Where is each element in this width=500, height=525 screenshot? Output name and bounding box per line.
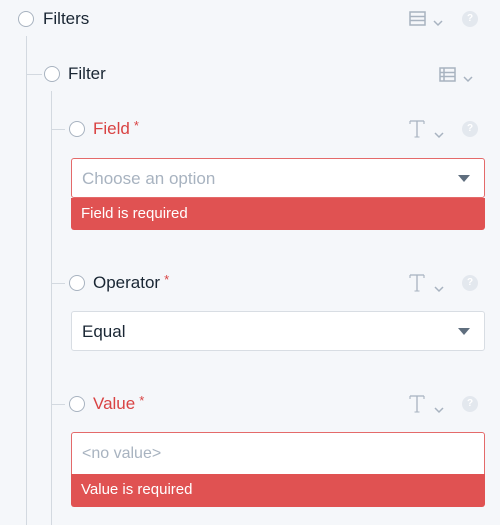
operator-select-value: Equal bbox=[82, 322, 126, 341]
text-type-icon[interactable] bbox=[408, 272, 426, 297]
field-label-text: Field bbox=[93, 119, 130, 138]
chevron-down-icon[interactable] bbox=[434, 280, 446, 293]
field-error-message: Field is required bbox=[71, 198, 485, 230]
tree-branch-field bbox=[51, 129, 65, 130]
tree-line-filters bbox=[26, 36, 27, 525]
value-error-message: Value is required bbox=[71, 474, 485, 507]
value-label-text: Value bbox=[93, 394, 136, 413]
tree-branch-value bbox=[51, 404, 65, 405]
filter-label: Filter bbox=[68, 64, 106, 83]
value-label: Value * bbox=[93, 393, 145, 415]
required-marker: * bbox=[139, 393, 145, 408]
help-icon[interactable]: ? bbox=[462, 275, 478, 291]
filters-collapse-toggle[interactable] bbox=[18, 11, 34, 27]
dropdown-arrow-icon bbox=[458, 328, 470, 335]
operator-label-text: Operator bbox=[93, 273, 161, 292]
field-collapse-toggle[interactable] bbox=[69, 121, 85, 137]
tree-branch-operator bbox=[51, 283, 65, 284]
help-icon[interactable]: ? bbox=[462, 396, 478, 412]
operator-select[interactable]: Equal bbox=[71, 311, 485, 351]
operator-label: Operator * bbox=[93, 272, 170, 294]
dropdown-arrow-icon bbox=[458, 175, 470, 182]
field-select-placeholder: Choose an option bbox=[82, 169, 216, 188]
operator-collapse-toggle[interactable] bbox=[69, 275, 85, 291]
value-input-placeholder: <no value> bbox=[82, 445, 162, 462]
value-collapse-toggle[interactable] bbox=[69, 396, 85, 412]
chevron-down-icon[interactable] bbox=[434, 401, 446, 414]
required-marker: * bbox=[164, 272, 170, 287]
chevron-down-icon[interactable] bbox=[433, 14, 445, 27]
text-type-icon[interactable] bbox=[408, 393, 426, 418]
tree-line-filter bbox=[51, 91, 52, 525]
list-rows-icon[interactable] bbox=[439, 67, 456, 87]
text-type-icon[interactable] bbox=[408, 118, 426, 143]
chevron-down-icon[interactable] bbox=[463, 70, 475, 83]
value-input[interactable]: <no value> bbox=[71, 432, 485, 475]
help-icon[interactable]: ? bbox=[462, 121, 478, 137]
chevron-down-icon[interactable] bbox=[434, 126, 446, 139]
field-select[interactable]: Choose an option bbox=[71, 158, 485, 198]
stacked-rows-icon[interactable] bbox=[409, 11, 426, 31]
tree-branch-filter bbox=[26, 74, 42, 75]
help-icon[interactable]: ? bbox=[462, 11, 478, 27]
filter-collapse-toggle[interactable] bbox=[44, 66, 60, 82]
field-label: Field * bbox=[93, 118, 139, 140]
filters-label: Filters bbox=[43, 9, 90, 28]
required-marker: * bbox=[133, 118, 139, 133]
